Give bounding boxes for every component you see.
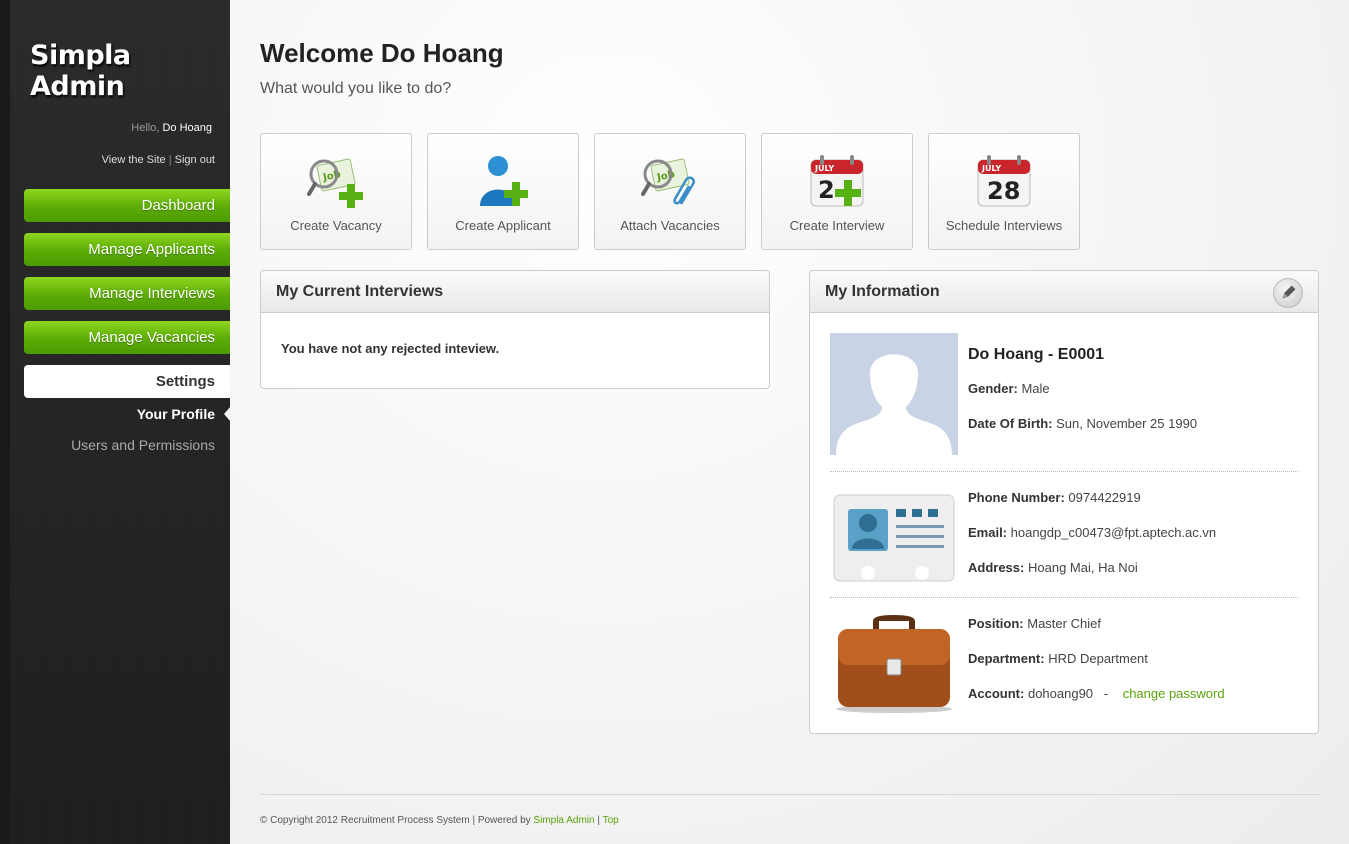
- panel-title: My Information: [825, 283, 940, 300]
- page-subtitle: What would you like to do?: [260, 80, 452, 97]
- subnav-users-permissions[interactable]: Users and Permissions: [15, 437, 215, 453]
- gender-label: Gender:: [968, 381, 1018, 396]
- gender-row: Gender: Male: [968, 381, 1050, 396]
- footer-divider: [260, 794, 1319, 795]
- user-greeting: Hello, Do Hoang: [12, 122, 212, 134]
- footer-separator: |: [597, 815, 600, 826]
- create-vacancy-button[interactable]: Job Create Vacancy: [260, 133, 412, 250]
- site-links: View the Site | Sign out: [15, 154, 215, 166]
- shortcut-label: Schedule Interviews: [945, 218, 1063, 233]
- position-value: Master Chief: [1027, 616, 1101, 631]
- department-row: Department: HRD Department: [968, 651, 1148, 666]
- calendar-day: 28: [987, 177, 1020, 205]
- nav-manage-vacancies[interactable]: Manage Vacancies: [24, 321, 230, 354]
- account-value: dohoang90: [1027, 686, 1094, 701]
- nav-dashboard[interactable]: Dashboard: [24, 189, 230, 222]
- subnav-your-profile[interactable]: Your Profile: [15, 406, 215, 422]
- address-row: Address: Hoang Mai, Ha Noi: [968, 560, 1138, 575]
- calendar-add-icon: JULY 2: [810, 155, 864, 207]
- email-value: hoangdp_c00473@fpt.aptech.ac.vn: [1010, 525, 1217, 540]
- attach-vacancies-button[interactable]: Job Attach Vacancies: [594, 133, 746, 250]
- interviews-empty-message: You have not any rejected inteview.: [281, 341, 500, 356]
- gender-value: Male: [1021, 381, 1050, 396]
- edit-pencil-icon[interactable]: [1273, 278, 1303, 308]
- footer-copyright: © Copyright 2012 Recruitment Process Sys…: [260, 815, 531, 826]
- footer: © Copyright 2012 Recruitment Process Sys…: [260, 815, 619, 826]
- calendar-day: 2: [818, 176, 835, 204]
- shortcut-label: Create Vacancy: [290, 218, 382, 233]
- schedule-interviews-button[interactable]: JULY 28 Schedule Interviews: [928, 133, 1080, 250]
- sign-out-link[interactable]: Sign out: [175, 154, 215, 166]
- nav-manage-interviews[interactable]: Manage Interviews: [24, 277, 230, 310]
- phone-value: 0974422919: [1068, 490, 1141, 505]
- link-separator: |: [168, 154, 172, 166]
- dob-label: Date Of Birth:: [968, 416, 1053, 431]
- phone-row: Phone Number: 0974422919: [968, 490, 1141, 505]
- divider: [830, 597, 1298, 598]
- view-site-link[interactable]: View the Site: [102, 154, 166, 166]
- avatar: [830, 333, 958, 455]
- footer-top-link[interactable]: Top: [603, 815, 619, 826]
- dob-row: Date Of Birth: Sun, November 25 1990: [968, 416, 1197, 431]
- greeting-user-name: Do Hoang: [162, 122, 212, 134]
- dob-value: Sun, November 25 1990: [1056, 416, 1198, 431]
- calendar-icon: JULY 28: [977, 155, 1031, 207]
- shortcut-label: Create Interview: [789, 218, 885, 233]
- nav-settings[interactable]: Settings: [24, 365, 230, 398]
- sidebar: Simpla Admin Hello, Do Hoang View the Si…: [0, 0, 231, 844]
- job-search-add-icon: Job: [307, 158, 363, 208]
- user-add-icon: [480, 156, 528, 206]
- email-row: Email: hoangdp_c00473@fpt.aptech.ac.vn: [968, 525, 1216, 540]
- create-interview-button[interactable]: JULY 2 Create Interview: [761, 133, 913, 250]
- shortcut-label: Attach Vacancies: [620, 218, 720, 233]
- account-row: Account: dohoang90 - change password: [968, 686, 1225, 701]
- id-card-icon: [833, 494, 955, 582]
- department-value: HRD Department: [1048, 651, 1148, 666]
- account-label: Account:: [968, 686, 1025, 701]
- my-information-panel: My Information Do Hoang - E0001 Gender: …: [809, 270, 1319, 734]
- email-label: Email:: [968, 525, 1008, 540]
- create-applicant-button[interactable]: Create Applicant: [427, 133, 579, 250]
- sidebar-edge: [0, 0, 10, 844]
- position-label: Position:: [968, 616, 1024, 631]
- current-item-arrow-icon: [224, 406, 231, 422]
- account-separator: -: [1103, 686, 1109, 701]
- panel-header: My Information: [810, 271, 1318, 313]
- page-title: Welcome Do Hoang: [260, 38, 504, 68]
- phone-label: Phone Number:: [968, 490, 1065, 505]
- employee-name: Do Hoang - E0001: [968, 346, 1105, 363]
- address-label: Address:: [968, 560, 1025, 575]
- app-logo[interactable]: Simpla Admin: [30, 40, 230, 102]
- panel-title: My Current Interviews: [261, 271, 769, 313]
- greeting-prefix: Hello,: [131, 122, 160, 134]
- position-row: Position: Master Chief: [968, 616, 1101, 631]
- department-label: Department:: [968, 651, 1045, 666]
- address-value: Hoang Mai, Ha Noi: [1027, 560, 1138, 575]
- footer-powered-by-link[interactable]: Simpla Admin: [533, 815, 594, 826]
- job-search-attach-icon: Job: [641, 158, 695, 205]
- change-password-link[interactable]: change password: [1123, 686, 1225, 701]
- calendar-month: JULY: [814, 164, 834, 173]
- current-interviews-panel: My Current Interviews You have not any r…: [260, 270, 770, 389]
- briefcase-icon: [836, 615, 952, 713]
- divider: [830, 471, 1298, 472]
- calendar-month: JULY: [981, 164, 1001, 173]
- nav-manage-applicants[interactable]: Manage Applicants: [24, 233, 230, 266]
- shortcut-label: Create Applicant: [455, 218, 551, 233]
